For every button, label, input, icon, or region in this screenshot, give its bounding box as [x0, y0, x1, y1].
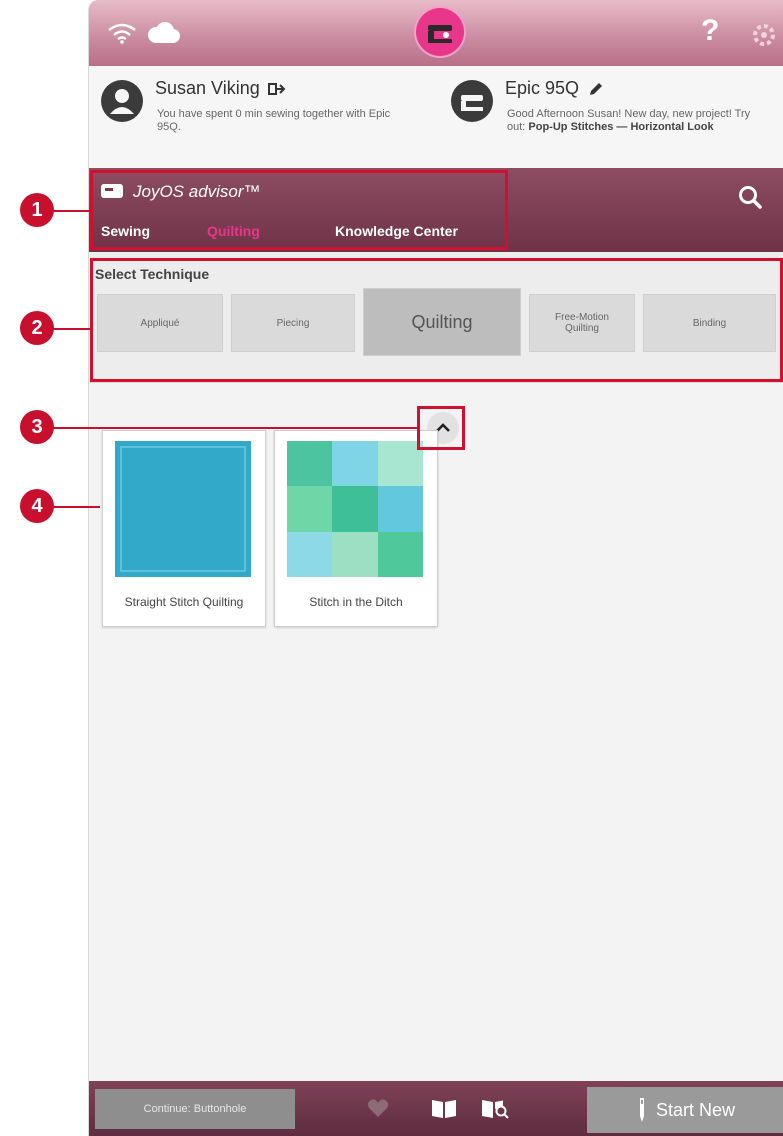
needle-icon: [639, 1098, 644, 1122]
greeting-highlight-link[interactable]: Pop-Up Stitches — Horizontal Look: [528, 121, 713, 133]
sewing-machine-icon: [461, 95, 483, 111]
edit-icon[interactable]: [588, 81, 604, 97]
logout-icon[interactable]: [267, 82, 286, 96]
callout-box-3: [417, 406, 465, 450]
status-bar: ?: [89, 0, 783, 66]
favorite-heart-icon[interactable]: [367, 1097, 389, 1119]
user-name: Susan Viking: [155, 78, 260, 98]
user-avatar[interactable]: [101, 80, 143, 122]
project-card-straight-stitch-quilting[interactable]: Straight Stitch Quilting: [102, 430, 266, 627]
project-card-stitch-in-the-ditch[interactable]: Stitch in the Ditch: [274, 430, 438, 627]
callout-line-3: [52, 427, 418, 429]
card-label: Straight Stitch Quilting: [124, 595, 244, 609]
callout-line-1: [52, 210, 92, 212]
machine-greeting: Good Afternoon Susan! New day, new proje…: [507, 108, 769, 134]
cloud-icon[interactable]: [145, 22, 181, 44]
callout-box-1: [90, 170, 508, 250]
machine-info: Epic 95Q: [505, 78, 604, 99]
callout-line-2: [52, 328, 92, 330]
info-row: Susan Viking You have spent 0 min sewing…: [89, 66, 783, 169]
callout-line-4: [52, 506, 100, 508]
callout-1: 1: [20, 193, 54, 227]
continue-button[interactable]: Continue: Buttonhole: [95, 1089, 295, 1129]
user-info: Susan Viking: [155, 78, 286, 99]
callout-2: 2: [20, 311, 54, 345]
straight-stitch-quilting-thumbnail: [115, 441, 251, 577]
start-new-button[interactable]: Start New: [587, 1087, 783, 1133]
wifi-icon[interactable]: [107, 22, 137, 44]
sewing-machine-icon: [428, 25, 452, 43]
callout-box-2: [90, 258, 783, 382]
search-icon[interactable]: [737, 184, 763, 210]
callout-4: 4: [20, 489, 54, 523]
callout-3: 3: [20, 410, 54, 444]
machine-home-button[interactable]: [416, 8, 464, 56]
help-icon[interactable]: ?: [701, 14, 719, 48]
machine-name: Epic 95Q: [505, 78, 580, 98]
start-new-label: Start New: [655, 1099, 736, 1120]
book-search-icon[interactable]: [481, 1097, 509, 1119]
settings-icon[interactable]: [751, 22, 777, 48]
card-label: Stitch in the Ditch: [309, 595, 403, 609]
book-icon[interactable]: [431, 1097, 457, 1119]
user-status: You have spent 0 min sewing together wit…: [157, 108, 391, 133]
user-icon: [110, 89, 134, 114]
stitch-in-the-ditch-thumbnail: [287, 441, 423, 577]
bottom-bar: Continue: Buttonhole Start New: [89, 1081, 783, 1136]
machine-avatar[interactable]: [451, 80, 493, 122]
